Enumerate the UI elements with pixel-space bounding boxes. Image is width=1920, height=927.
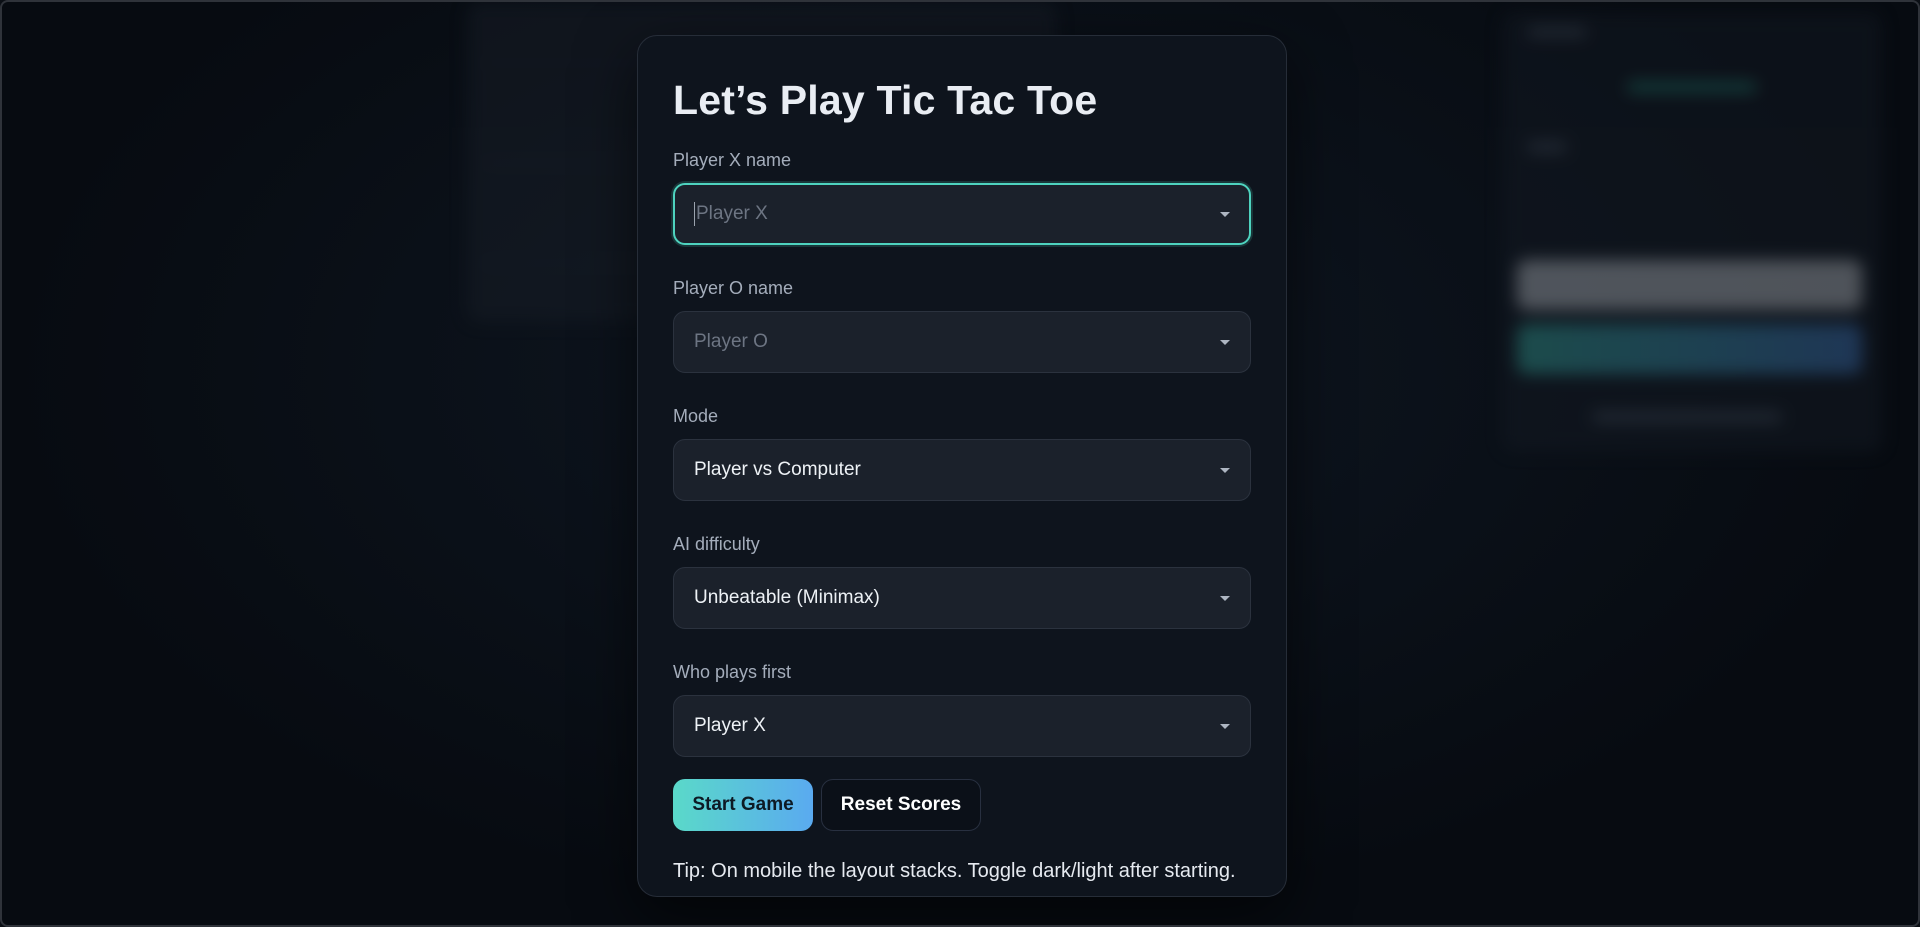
- background-pill: [1517, 324, 1862, 374]
- player-o-input[interactable]: Player O: [673, 311, 1251, 373]
- action-buttons: Start Game Reset Scores: [673, 779, 1251, 831]
- reset-scores-button[interactable]: Reset Scores: [821, 779, 981, 831]
- player-o-label: Player O name: [673, 278, 794, 298]
- difficulty-label: AI difficulty: [673, 534, 760, 554]
- background-text-blur: [1527, 142, 1567, 152]
- chevron-down-icon[interactable]: [1220, 723, 1230, 729]
- background-text-blur: [1592, 412, 1782, 422]
- player-x-input[interactable]: Player X: [673, 183, 1251, 245]
- background-text-blur: [1527, 27, 1587, 37]
- player-o-placeholder: Player O: [694, 331, 768, 352]
- background-pill: [1517, 260, 1862, 310]
- difficulty-select[interactable]: Unbeatable (Minimax): [673, 567, 1251, 629]
- player-x-placeholder: Player X: [696, 203, 768, 224]
- first-player-label: Who plays first: [673, 662, 792, 682]
- mode-label: Mode: [673, 406, 719, 426]
- setup-modal: Let’s Play Tic Tac Toe Player X name Pla…: [637, 35, 1287, 897]
- first-player-value: Player X: [694, 715, 766, 736]
- difficulty-value: Unbeatable (Minimax): [694, 587, 880, 608]
- modal-title: Let’s Play Tic Tac Toe: [673, 77, 1098, 123]
- app-window: Let’s Play Tic Tac Toe Player X name Pla…: [0, 0, 1920, 927]
- chevron-down-icon[interactable]: [1220, 595, 1230, 601]
- player-x-label: Player X name: [673, 150, 792, 170]
- chevron-down-icon[interactable]: [1220, 339, 1230, 345]
- start-game-button[interactable]: Start Game: [673, 779, 813, 831]
- tip-text: Tip: On mobile the layout stacks. Toggle…: [673, 860, 1236, 882]
- mode-value: Player vs Computer: [694, 459, 861, 480]
- mode-select[interactable]: Player vs Computer: [673, 439, 1251, 501]
- text-cursor: [694, 202, 695, 226]
- chevron-down-icon[interactable]: [1220, 211, 1230, 217]
- first-player-select[interactable]: Player X: [673, 695, 1251, 757]
- background-text-blur: [1627, 82, 1757, 92]
- chevron-down-icon[interactable]: [1220, 467, 1230, 473]
- background-side-panel: [1502, 12, 1882, 452]
